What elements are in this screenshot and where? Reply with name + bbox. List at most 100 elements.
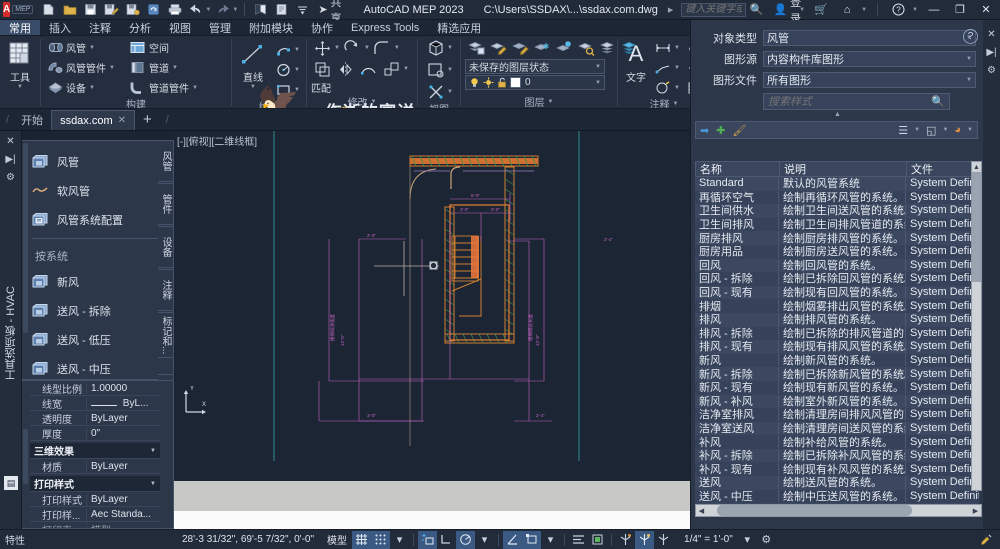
fillet-icon[interactable]	[371, 38, 393, 58]
color-icon[interactable]: ◕	[954, 124, 961, 136]
table-row[interactable]: 洁净室送风 绘制清理房间送风管的系统。System Definition	[695, 421, 979, 436]
column-header-file[interactable]: 文件	[906, 162, 978, 176]
property-row[interactable]: 线型比例 1.00000	[30, 381, 160, 396]
property-row[interactable]: 透明度 ByLayer	[30, 411, 160, 426]
sheet-set-manager-icon[interactable]	[251, 1, 270, 19]
isolate-objects-icon[interactable]	[425, 82, 447, 102]
add-icon[interactable]: ✚	[716, 124, 725, 137]
table-row[interactable]: 洁净室排风 绘制清理房间排风风管的系统。System Definition	[695, 408, 979, 422]
document-tab-ssdax[interactable]: ssdax.com ✕	[51, 110, 136, 130]
print-icon[interactable]	[165, 1, 184, 19]
annotation-scale-value[interactable]: 1/4" = 1'-0"	[679, 534, 738, 545]
table-row[interactable]: 回风 - 拆除 绘制已拆除回风管的系统。System Definition	[695, 272, 979, 286]
redo-icon[interactable]	[213, 1, 232, 19]
ribbon-tab-insert[interactable]: 插入	[40, 20, 80, 35]
properties-palette-icon[interactable]	[272, 1, 291, 19]
line-button[interactable]: 直线 ▼	[236, 38, 270, 90]
undo-dropdown-icon[interactable]: ▼	[205, 7, 211, 13]
section-collapse-icon[interactable]: ▼	[150, 448, 156, 454]
space-button[interactable]: 空间	[128, 38, 200, 57]
graphic-file-combo[interactable]: 所有图形 ▼	[763, 71, 976, 88]
pipe-fitting-button[interactable]: 管道管件 ▼	[128, 78, 200, 97]
properties-section-plot[interactable]: 打印样式 ▼	[30, 476, 160, 492]
list-view-dropdown-icon[interactable]: ▼	[914, 127, 920, 133]
autoscale-icon[interactable]	[588, 531, 607, 549]
ribbon-tab-express-tools[interactable]: Express Tools	[342, 20, 428, 35]
section-collapse-icon[interactable]: ▼	[150, 481, 156, 487]
ribbon-tab-annotate[interactable]: 注释	[80, 20, 120, 35]
property-row[interactable]: 材质 ByLayer	[30, 459, 160, 474]
current-layer-dropdown-icon[interactable]: ▼	[595, 80, 601, 86]
layer-panel-expand-icon[interactable]: ▼	[548, 99, 554, 105]
property-row[interactable]: 厚度 0"	[30, 426, 160, 441]
scroll-left-icon[interactable]: ◀	[696, 507, 707, 515]
rectangle-button[interactable]: ▼	[273, 80, 302, 99]
pipe-fitting-dropdown-icon[interactable]: ▼	[192, 85, 198, 91]
equipment-button[interactable]: 设备 ▼	[45, 78, 117, 97]
export-icon[interactable]	[123, 1, 142, 19]
table-row[interactable]: 厨房排风 绘制厨房排风管的系统。System Definition	[695, 231, 979, 245]
ribbon-tab-featured-apps[interactable]: 精选应用	[428, 20, 490, 35]
restore-button[interactable]: ❐	[950, 1, 970, 19]
layer-color-swatch[interactable]	[510, 77, 521, 88]
match-properties-label[interactable]: 匹配	[311, 80, 331, 95]
rectangle-dropdown-icon[interactable]: ▼	[294, 87, 300, 93]
table-row[interactable]: 再循环空气 绘制再循环风管的系统。System Definition	[695, 190, 979, 205]
circle-button[interactable]: ▼	[273, 60, 302, 79]
scale-icon[interactable]	[380, 59, 402, 79]
isometric-draft-icon[interactable]	[503, 530, 523, 549]
search-icon[interactable]: 🔍	[931, 95, 945, 108]
annotation-visibility-icon[interactable]	[569, 531, 588, 549]
palette-item-duct[interactable]: 风管	[32, 147, 173, 176]
pipe-dropdown-icon[interactable]: ▼	[172, 65, 178, 71]
cart-icon[interactable]: 🛒	[811, 1, 831, 19]
scroll-up-icon[interactable]: ▲	[972, 162, 981, 172]
table-row[interactable]: 送风 绘制送风管的系统。System Definition	[695, 476, 979, 490]
palette-item-supply-demo[interactable]: 送风 - 拆除	[32, 296, 173, 325]
drawing-canvas[interactable]: [-][俯视][二维线框] 6'-0" 3'-0" 3'-0" 2'-0" 3'…	[174, 131, 690, 529]
palette-item-supply-medium[interactable]: 送风 - 中压	[32, 354, 173, 383]
qat-dropdown-icon[interactable]	[293, 1, 312, 19]
gear-icon[interactable]: ⚙	[757, 531, 776, 549]
property-row[interactable]: 打印样... Aec Standa...	[30, 507, 160, 522]
viewport-config-icon[interactable]	[425, 60, 447, 80]
table-row[interactable]: 排风 绘制排风管的系统。System Definition	[695, 312, 979, 327]
table-row[interactable]: 厨房用品 绘制厨房送风管的系统。System Definition	[695, 244, 979, 259]
auto-hide-icon[interactable]: ▶|	[983, 43, 1000, 61]
rotate-dropdown-icon[interactable]: ▼	[364, 45, 370, 51]
snap-dropdown-icon[interactable]: ▾	[390, 531, 409, 549]
brush-icon[interactable]: 🖌	[732, 124, 746, 137]
table-row[interactable]: 回风 - 现有 绘制现有回风管的系统。System Definition	[695, 285, 979, 300]
rotate-icon[interactable]	[341, 38, 363, 58]
dimension-button[interactable]: ▼	[653, 38, 682, 57]
view-3d-dropdown-icon[interactable]: ▼	[942, 127, 948, 133]
palette-item-fresh-air[interactable]: 新风	[32, 267, 173, 296]
save-icon[interactable]	[81, 1, 100, 19]
layer-on-icon[interactable]	[469, 77, 480, 88]
palette-item-supply-low[interactable]: 送风 - 低压	[32, 325, 173, 354]
gear-icon[interactable]: ⚙	[983, 61, 1000, 79]
move-dropdown-icon[interactable]: ▼	[334, 45, 340, 51]
layer-merge-icon[interactable]	[597, 38, 619, 58]
layer-unisolate-icon[interactable]	[509, 38, 531, 58]
copy-icon[interactable]	[311, 59, 333, 79]
gear-icon[interactable]: ⚙	[6, 172, 15, 183]
layer-thaw-icon[interactable]	[483, 77, 494, 88]
visual-style-dropdown-icon[interactable]: ▼	[447, 45, 453, 51]
file-dropdown-icon[interactable]: ▶	[668, 6, 673, 14]
table-row[interactable]: 排风 - 现有 绘制现有排风风管的系统。System Definition	[695, 340, 979, 354]
current-layer-combo[interactable]: 0 ▼	[465, 75, 605, 90]
grid-icon[interactable]	[352, 530, 372, 549]
object-snap-icon[interactable]	[522, 530, 542, 549]
selection-cycling-icon[interactable]	[654, 531, 673, 549]
workspace-switch-icon[interactable]	[616, 531, 635, 549]
object-type-combo[interactable]: 风管 ▼	[763, 29, 976, 46]
table-row[interactable]: 补风 - 现有 绘制现有补风风管的系统。System Definition	[695, 462, 979, 477]
graphic-file-dropdown-icon[interactable]: ▼	[966, 77, 972, 83]
table-row[interactable]: 排风 - 拆除 绘制已拆除的排风管道的系统。System Definition	[695, 326, 979, 341]
style-search-box[interactable]: 🔍	[763, 93, 950, 110]
annotation-scale-dropdown-icon[interactable]: ▼	[674, 85, 680, 91]
ortho-mode-icon[interactable]	[437, 531, 456, 549]
import-icon[interactable]: ➡	[700, 124, 709, 137]
help-dropdown-icon[interactable]: ▼	[912, 7, 918, 13]
